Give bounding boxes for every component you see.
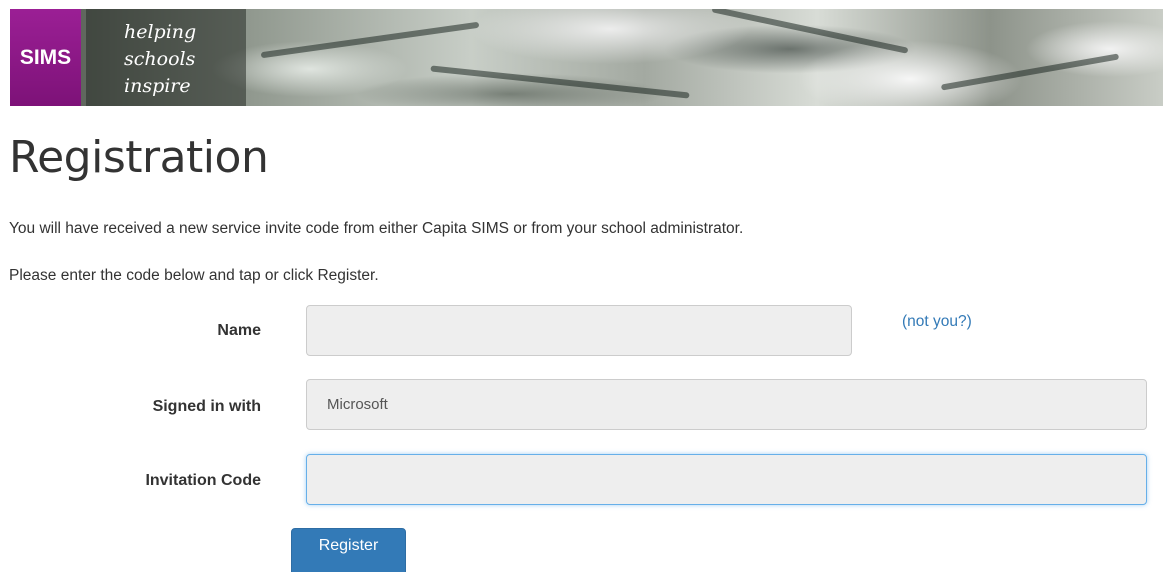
tagline-line-2: schools [124,48,196,70]
page-title: Registration [9,132,269,183]
banner-tagline: helping schools inspire [86,9,246,106]
tagline-line-1: helping [124,21,197,43]
banner-decoration [711,9,909,54]
signed-in-field[interactable] [306,379,1147,430]
invitation-code-input[interactable] [306,454,1147,505]
banner-decoration [260,21,480,59]
sims-logo-text: SIMS [19,45,72,69]
banner-decoration [430,65,690,99]
intro-text-2: Please enter the code below and tap or c… [9,267,379,284]
not-you-link[interactable]: (not you?) [902,313,972,331]
sims-logo: SIMS [10,9,81,106]
registration-page: SIMS helping schools inspire Registratio… [0,0,1163,572]
invitation-code-label: Invitation Code [145,472,261,489]
tagline-line-3: inspire [124,75,191,97]
register-button[interactable]: Register [291,528,406,572]
header-banner: SIMS helping schools inspire [10,9,1163,106]
name-field[interactable] [306,305,852,356]
signed-in-label: Signed in with [152,398,261,415]
banner-decoration [940,53,1120,91]
intro-text-1: You will have received a new service inv… [9,220,744,237]
name-label: Name [217,322,261,339]
